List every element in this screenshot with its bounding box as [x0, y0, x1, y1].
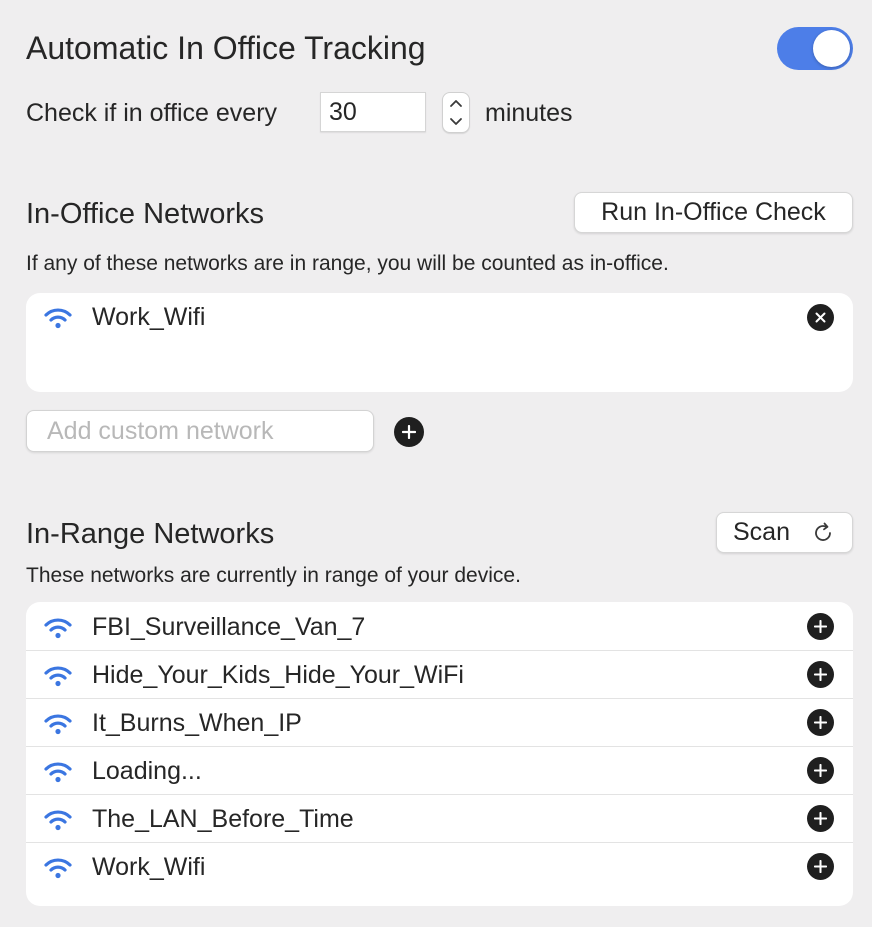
plus-icon — [814, 620, 827, 633]
in-office-title: In-Office Networks — [26, 198, 264, 230]
refresh-icon — [815, 522, 831, 541]
plus-icon — [814, 764, 827, 777]
plus-icon — [814, 668, 827, 681]
network-name: FBI_Surveillance_Van_7 — [92, 613, 366, 641]
tracking-toggle[interactable] — [777, 27, 853, 70]
interval-stepper[interactable] — [442, 92, 470, 133]
stepper-down-button[interactable] — [443, 113, 469, 133]
add-custom-network-button[interactable] — [394, 417, 424, 447]
plus-icon — [814, 716, 827, 729]
network-row: Loading... — [26, 747, 853, 795]
in-range-description: These networks are currently in range of… — [26, 564, 521, 587]
network-name: The_LAN_Before_Time — [92, 805, 354, 833]
wifi-icon — [44, 618, 72, 639]
plus-icon — [814, 860, 827, 873]
network-name: Hide_Your_Kids_Hide_Your_WiFi — [92, 661, 464, 689]
interval-input[interactable] — [320, 92, 426, 132]
in-range-title: In-Range Networks — [26, 518, 275, 550]
network-row: FBI_Surveillance_Van_7 — [26, 603, 853, 651]
in-range-network-list: FBI_Surveillance_Van_7 Hide_Your_Kids_Hi… — [26, 602, 853, 906]
scan-button[interactable]: Scan — [716, 512, 853, 553]
chevron-down-icon — [450, 118, 462, 126]
interval-unit-label: minutes — [485, 99, 573, 127]
plus-icon — [402, 425, 416, 439]
plus-icon — [814, 812, 827, 825]
network-name: Loading... — [92, 757, 202, 785]
remove-network-button[interactable] — [807, 304, 834, 331]
wifi-icon — [44, 858, 72, 879]
in-office-description: If any of these networks are in range, y… — [26, 252, 669, 275]
wifi-icon — [44, 666, 72, 687]
stepper-up-button[interactable] — [443, 93, 469, 113]
add-custom-network-input[interactable] — [26, 410, 374, 452]
network-row: The_LAN_Before_Time — [26, 795, 853, 843]
network-row: Hide_Your_Kids_Hide_Your_WiFi — [26, 651, 853, 699]
add-network-button[interactable] — [807, 613, 834, 640]
network-name: It_Burns_When_IP — [92, 709, 302, 737]
add-network-button[interactable] — [807, 661, 834, 688]
tracking-title: Automatic In Office Tracking — [26, 30, 426, 66]
network-name: Work_Wifi — [92, 853, 206, 881]
add-network-button[interactable] — [807, 757, 834, 784]
network-name: Work_Wifi — [92, 303, 206, 331]
add-network-button[interactable] — [807, 805, 834, 832]
wifi-icon — [44, 714, 72, 735]
network-row: It_Burns_When_IP — [26, 699, 853, 747]
run-in-office-check-button[interactable]: Run In-Office Check — [574, 192, 853, 233]
network-row: Work_Wifi — [26, 843, 853, 891]
toggle-knob — [813, 30, 850, 67]
add-network-button[interactable] — [807, 709, 834, 736]
list-item: Work_Wifi — [26, 293, 853, 341]
interval-label: Check if in office every — [26, 99, 278, 127]
add-network-button[interactable] — [807, 853, 834, 880]
chevron-up-icon — [450, 99, 462, 107]
wifi-icon — [44, 762, 72, 783]
wifi-icon — [44, 308, 72, 329]
in-office-network-list: Work_Wifi — [26, 293, 853, 392]
wifi-icon — [44, 810, 72, 831]
close-icon — [815, 312, 826, 323]
scan-button-label: Scan — [733, 518, 790, 546]
